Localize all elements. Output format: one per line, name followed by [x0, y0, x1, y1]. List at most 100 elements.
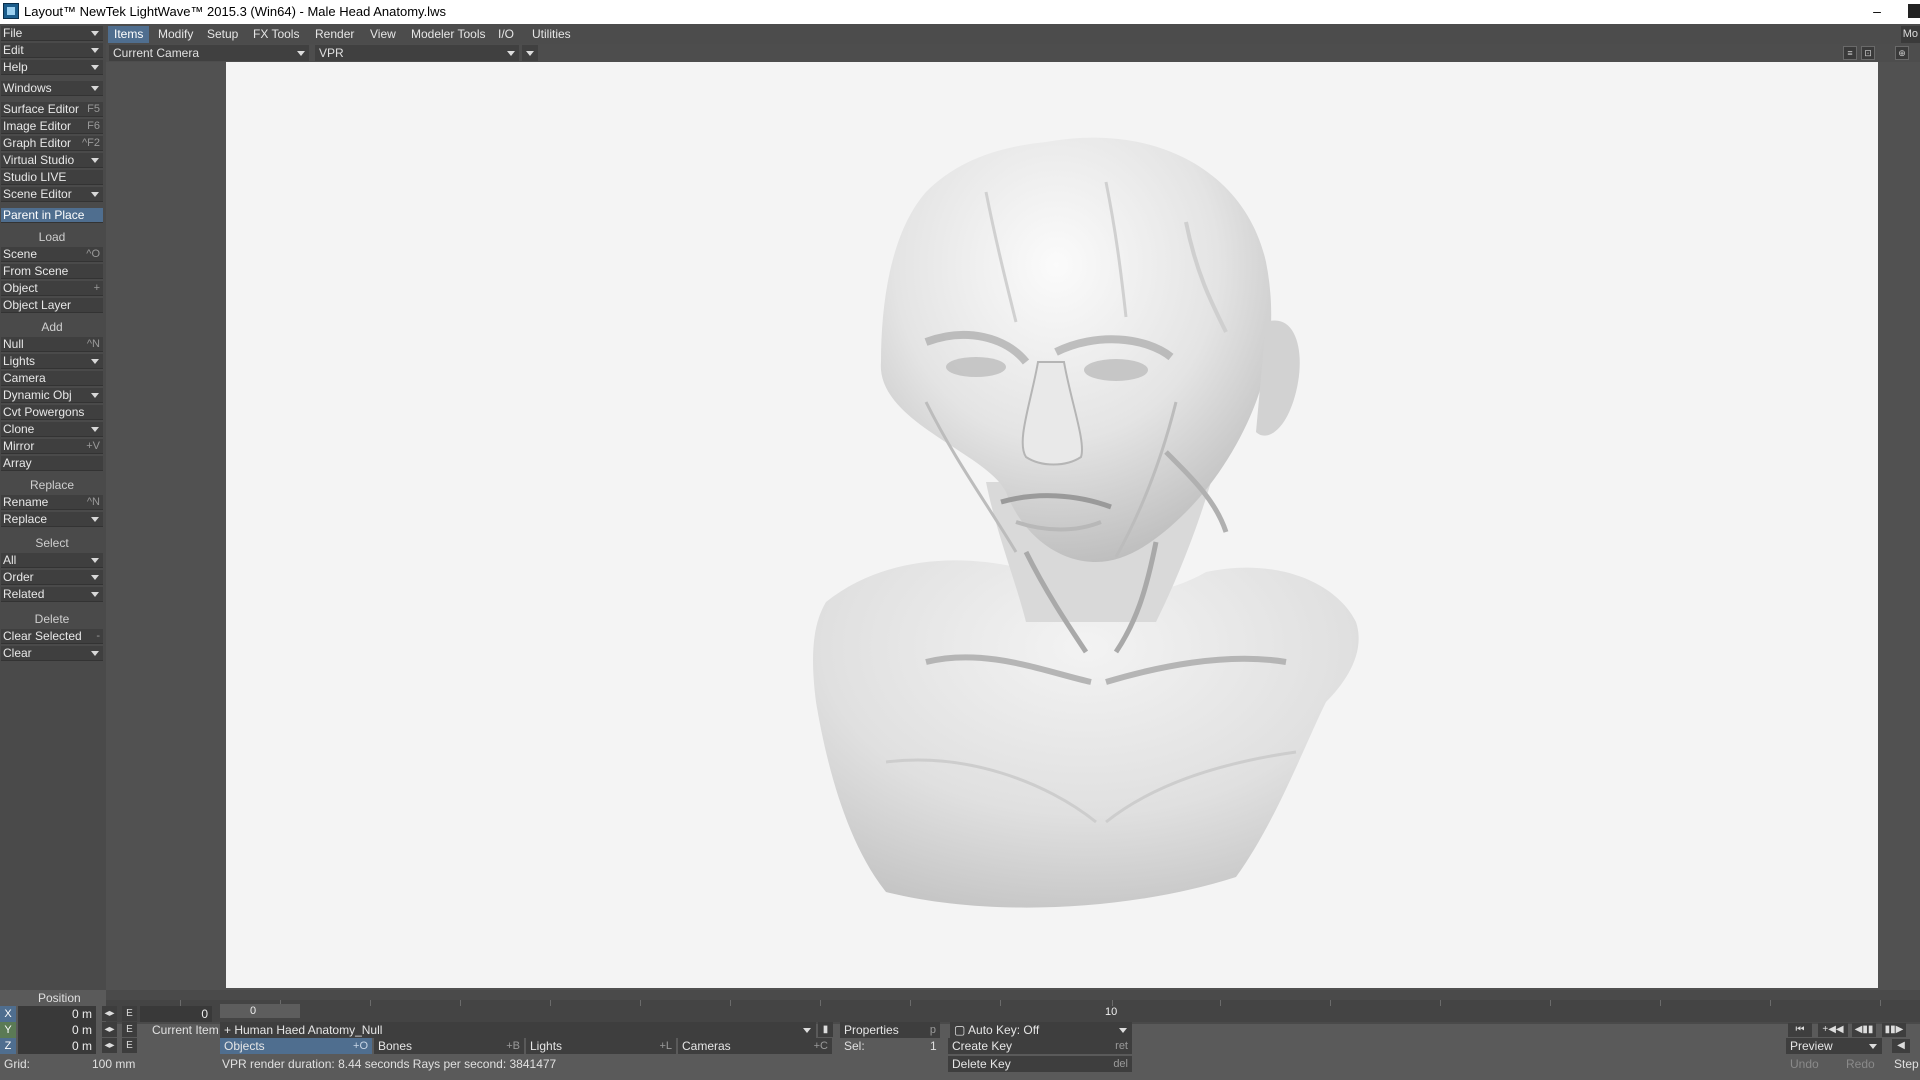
go-to-start-icon[interactable]: ⏮	[1788, 1023, 1812, 1037]
render-mode-select[interactable]: VPR	[315, 45, 519, 61]
load-object-layer-button[interactable]: Object Layer	[1, 298, 103, 313]
button-label: Object	[3, 281, 38, 295]
tab-setup[interactable]: Setup	[201, 26, 244, 43]
select-all-button[interactable]: All	[1, 553, 103, 568]
chevron-down-icon	[526, 51, 534, 56]
current-item-select[interactable]: + Human Haed Anatomy_Null	[220, 1022, 816, 1038]
add-lights-button[interactable]: Lights	[1, 354, 103, 369]
clear-button[interactable]: Clear	[1, 646, 103, 661]
button-label: Scene	[3, 247, 38, 261]
tab-modeler-tools[interactable]: Modeler Tools	[405, 26, 491, 43]
properties-button[interactable]: Properties p	[840, 1022, 940, 1038]
z-envelope-button[interactable]: E	[122, 1038, 137, 1053]
x-envelope-button[interactable]: E	[122, 1006, 137, 1021]
load-section-header: Load	[1, 230, 103, 244]
cvt-powergons-button[interactable]: Cvt Powergons	[1, 405, 103, 420]
x-envelope-arrows-icon[interactable]: ◂▸	[102, 1006, 117, 1021]
create-key-button[interactable]: Create Key ret	[948, 1038, 1132, 1054]
position-label: Position	[38, 991, 81, 1005]
load-scene-button[interactable]: Scene ^O	[1, 247, 103, 262]
play-reverse-icon[interactable]: ◀▮▮	[1852, 1023, 1876, 1037]
current-item-value: Human Haed Anatomy_Null	[234, 1023, 383, 1037]
add-camera-button[interactable]: Camera	[1, 371, 103, 386]
hotkey-hint: +V	[86, 440, 100, 452]
mirror-button[interactable]: Mirror +V	[1, 439, 103, 454]
lights-mode-button[interactable]: Lights +L	[526, 1038, 676, 1054]
replace-button[interactable]: Replace	[1, 512, 103, 527]
view-camera-select[interactable]: Current Camera	[109, 45, 309, 61]
objects-mode-button[interactable]: Objects +O	[220, 1038, 372, 1054]
z-axis-label[interactable]: Z	[0, 1038, 16, 1054]
window-control-edge[interactable]	[1908, 4, 1920, 18]
viewport-options-dropdown[interactable]	[522, 45, 538, 61]
button-label: Virtual Studio	[3, 153, 75, 167]
y-envelope-arrows-icon[interactable]: ◂▸	[102, 1022, 117, 1037]
y-envelope-button[interactable]: E	[122, 1022, 137, 1037]
menu-file[interactable]: File	[1, 26, 103, 41]
tab-io[interactable]: I/O	[492, 26, 520, 43]
tab-view[interactable]: View	[364, 26, 402, 43]
menu-edit[interactable]: Edit	[1, 43, 103, 58]
graph-editor-button[interactable]: Graph Editor ^F2	[1, 136, 103, 151]
button-label: Clear Selected	[3, 629, 82, 643]
button-label: Dynamic Obj	[3, 388, 72, 402]
select-order-button[interactable]: Order	[1, 570, 103, 585]
list-icon[interactable]: ≡	[1843, 46, 1857, 60]
image-editor-button[interactable]: Image Editor F6	[1, 119, 103, 134]
load-object-button[interactable]: Object +	[1, 281, 103, 296]
rename-button[interactable]: Rename ^N	[1, 495, 103, 510]
minimize-button[interactable]: –	[1865, 0, 1889, 22]
x-axis-label[interactable]: X	[0, 1006, 16, 1022]
z-envelope-arrows-icon[interactable]: ◂▸	[102, 1038, 117, 1053]
viewport-layout-icon[interactable]: ⊕	[1895, 46, 1909, 60]
z-position-input[interactable]: 0 m	[18, 1038, 96, 1054]
delete-key-button[interactable]: Delete Key del	[948, 1056, 1132, 1072]
studio-live-button[interactable]: Studio LIVE	[1, 170, 103, 185]
y-position-input[interactable]: 0 m	[18, 1022, 96, 1038]
add-dynamic-obj-button[interactable]: Dynamic Obj	[1, 388, 103, 403]
preview-select[interactable]: Preview	[1786, 1038, 1882, 1054]
hotkey-hint: p	[929, 1024, 936, 1036]
clear-selected-button[interactable]: Clear Selected -	[1, 629, 103, 644]
button-label: Order	[3, 570, 34, 584]
clone-button[interactable]: Clone	[1, 422, 103, 437]
tab-fx-tools[interactable]: FX Tools	[247, 26, 305, 43]
tab-render[interactable]: Render	[309, 26, 360, 43]
menu-windows[interactable]: Windows	[1, 81, 103, 96]
tab-modify[interactable]: Modify	[152, 26, 199, 43]
grid-size-value[interactable]: 100 mm	[92, 1056, 135, 1072]
auto-key-select[interactable]: ▢ Auto Key: Off	[950, 1022, 1132, 1038]
surface-editor-button[interactable]: Surface Editor F5	[1, 102, 103, 117]
cameras-mode-button[interactable]: Cameras +C	[678, 1038, 832, 1054]
chevron-down-icon	[803, 1028, 811, 1033]
tab-overflow[interactable]: Mo	[1900, 26, 1920, 43]
auto-key-toggle-icon[interactable]: ▢	[954, 1023, 968, 1037]
parent-in-place-toggle[interactable]: Parent in Place	[1, 208, 103, 223]
array-button[interactable]: Array	[1, 456, 103, 471]
prev-key-icon[interactable]: ◀	[1892, 1039, 1910, 1053]
tab-utilities[interactable]: Utilities	[526, 26, 577, 43]
load-from-scene-button[interactable]: From Scene	[1, 264, 103, 279]
add-null-button[interactable]: Null ^N	[1, 337, 103, 352]
menu-help[interactable]: Help	[1, 60, 103, 75]
bones-mode-button[interactable]: Bones +B	[374, 1038, 524, 1054]
button-label: Parent in Place	[3, 208, 85, 222]
lights-label: Lights	[530, 1039, 563, 1053]
select-related-button[interactable]: Related	[1, 587, 103, 602]
properties-label: Properties	[844, 1023, 899, 1037]
frame-input[interactable]: 0	[140, 1006, 212, 1022]
item-picker-icon[interactable]: ▮	[818, 1022, 833, 1037]
y-axis-label[interactable]: Y	[0, 1022, 16, 1038]
create-key-label: Create Key	[952, 1039, 1013, 1053]
camera-viewport[interactable]	[226, 62, 1878, 988]
maximize-viewport-icon[interactable]: ⊡	[1861, 46, 1875, 60]
play-forward-icon[interactable]: ▮▮▶	[1882, 1023, 1906, 1037]
step-back-icon[interactable]: +◀◀	[1818, 1023, 1848, 1037]
step-button[interactable]: Step	[1894, 1056, 1919, 1072]
undo-button[interactable]: Undo	[1790, 1056, 1819, 1072]
tab-items[interactable]: Items	[108, 26, 150, 43]
scene-editor-button[interactable]: Scene Editor	[1, 187, 103, 202]
virtual-studio-button[interactable]: Virtual Studio	[1, 153, 103, 168]
x-position-input[interactable]: 0 m	[18, 1006, 96, 1022]
redo-button[interactable]: Redo	[1846, 1056, 1875, 1072]
